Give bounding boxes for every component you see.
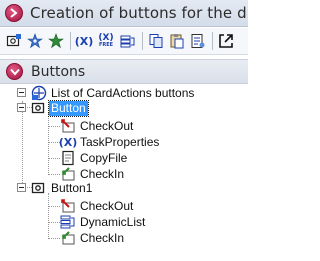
tree-leaf-label: CheckOut (80, 198, 134, 213)
tree-leaf-label: CheckOut (80, 118, 134, 133)
list-icon[interactable] (118, 31, 138, 51)
checkin-icon (60, 230, 76, 246)
button-icon (31, 100, 47, 116)
tree-expander[interactable] (17, 88, 26, 97)
tree-line (48, 174, 60, 175)
panel-title: Buttons (31, 63, 86, 80)
panel-header[interactable]: Buttons (0, 59, 248, 84)
checkout-icon (60, 198, 76, 214)
tree-node-button1[interactable]: Button1 (31, 180, 94, 196)
checkout-icon (60, 118, 76, 134)
toolbar-separator (70, 32, 71, 50)
button-icon (31, 180, 47, 196)
toolbar-separator (212, 32, 213, 50)
tree-root[interactable]: List of CardActions buttons (31, 85, 196, 101)
tree-node-button[interactable]: Button (31, 99, 89, 117)
tree-line (48, 193, 49, 239)
tree-root-label: List of CardActions buttons (51, 85, 195, 100)
tree-node-label: Button (48, 99, 89, 117)
pin-star-icon[interactable] (46, 31, 66, 51)
tree-leaf-checkout[interactable]: CheckOut (60, 198, 135, 214)
tree-leaf-label: TaskProperties (80, 134, 160, 149)
open-external-icon[interactable] (216, 31, 236, 51)
variable-x-icon: (X) (58, 135, 78, 149)
variable-free-icon[interactable]: (X) FREE (95, 31, 117, 51)
tree-line (22, 101, 23, 187)
window: Creation of buttons for the d (X) (X) FR… (0, 0, 248, 261)
list-icon (60, 214, 76, 230)
tree-leaf-checkin[interactable]: CheckIn (60, 230, 126, 246)
tree-line (48, 126, 60, 127)
tree-expander[interactable] (17, 183, 26, 192)
chevron-down-icon[interactable] (6, 63, 23, 80)
buttons-tree: List of CardActions buttons Button Check… (0, 85, 248, 261)
tree-node-label: Button1 (51, 180, 93, 195)
add-button-icon[interactable] (4, 31, 24, 51)
tree-leaf-checkout[interactable]: CheckOut (60, 118, 135, 134)
tree-line (48, 113, 49, 175)
tree-line (48, 206, 60, 207)
chevron-right-icon[interactable] (5, 4, 23, 22)
tree-leaf-label: CopyFile (80, 150, 128, 165)
tree-line (48, 158, 60, 159)
settings-star-icon[interactable] (25, 31, 45, 51)
tree-line (48, 238, 60, 239)
copy-icon[interactable] (146, 31, 166, 51)
toolbar-separator (142, 32, 143, 50)
copy-file-icon (60, 150, 76, 166)
buttons-list-icon (31, 85, 47, 101)
variable-x-icon[interactable]: (X) (74, 31, 94, 51)
tree-leaf-label: CheckIn (80, 230, 125, 245)
tree-leaf-dynamiclist[interactable]: DynamicList (60, 214, 147, 230)
properties-icon[interactable] (188, 31, 208, 51)
title-bar: Creation of buttons for the d (0, 0, 248, 27)
window-title: Creation of buttons for the d (30, 4, 247, 22)
tree-leaf-copyfile[interactable]: CopyFile (60, 150, 129, 166)
tree-line (48, 222, 60, 223)
toolbar: (X) (X) FREE (0, 28, 248, 55)
tree-leaf-taskproperties[interactable]: (X) TaskProperties (58, 134, 161, 150)
tree-leaf-label: DynamicList (80, 214, 146, 229)
tree-expander[interactable] (17, 103, 26, 112)
paste-icon[interactable] (167, 31, 187, 51)
